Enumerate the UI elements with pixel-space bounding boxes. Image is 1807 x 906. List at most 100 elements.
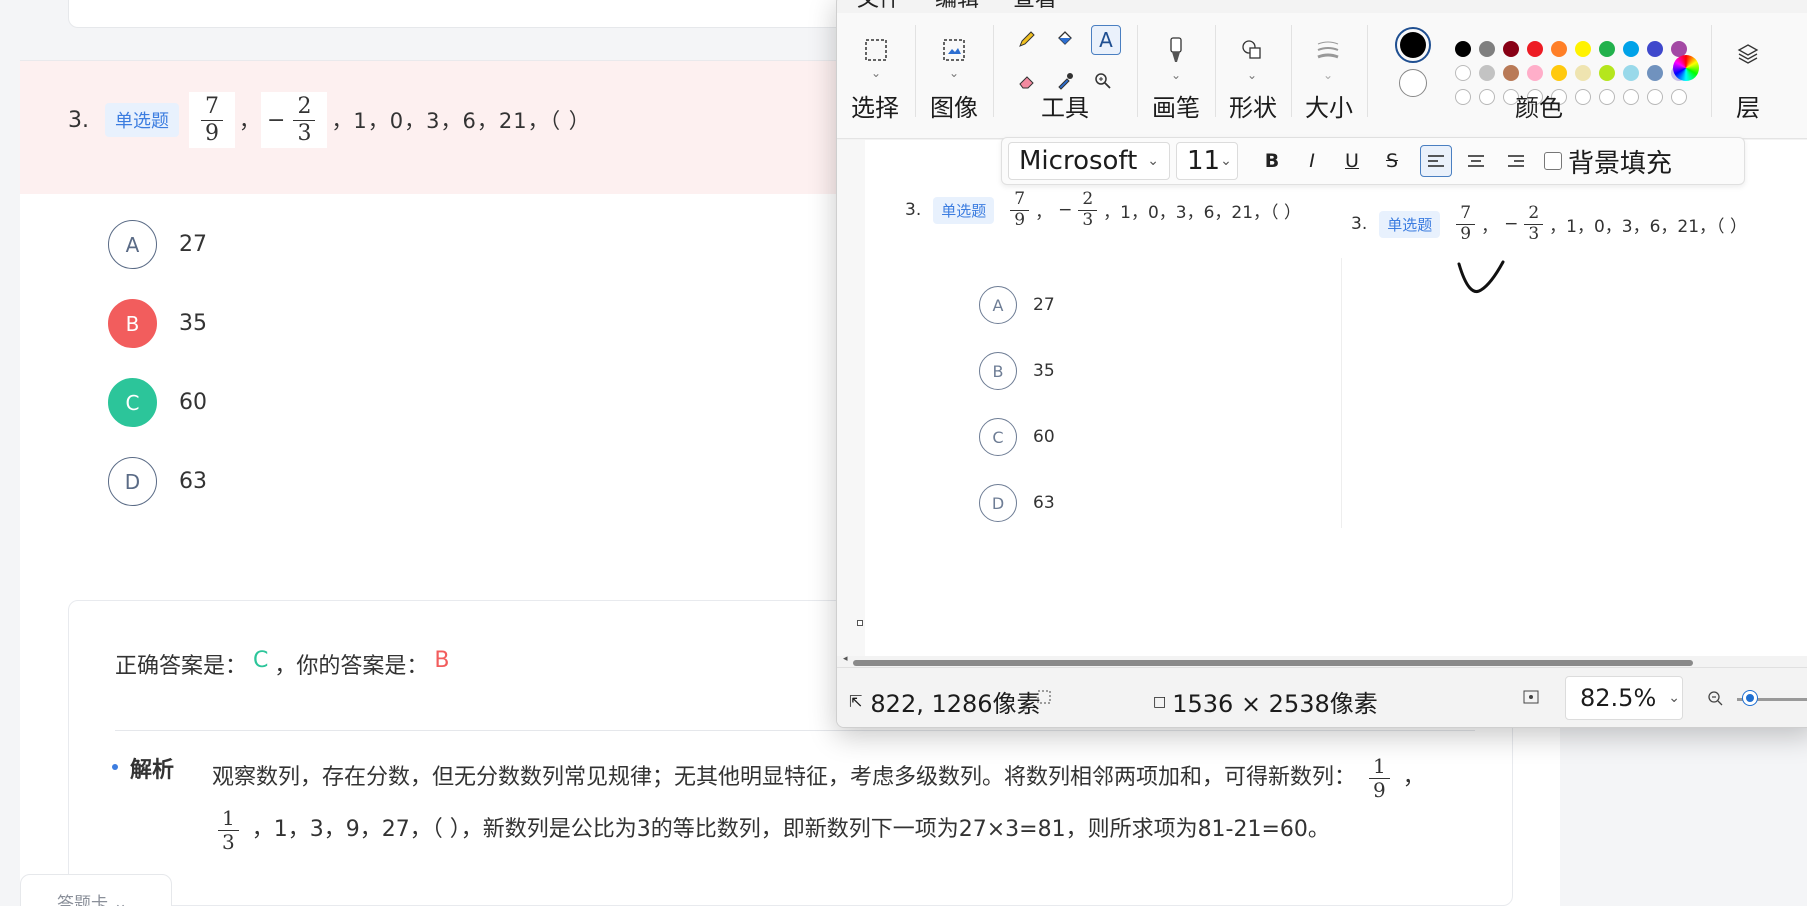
color-swatch[interactable] bbox=[1479, 65, 1495, 81]
align-left-button[interactable] bbox=[1420, 145, 1452, 177]
color-swatch[interactable] bbox=[1623, 41, 1639, 57]
group-image[interactable]: ⌄ 图像 bbox=[917, 13, 991, 139]
option-d-value: 63 bbox=[179, 469, 207, 494]
option-b-circle[interactable]: B bbox=[108, 299, 157, 348]
analysis-label: 解析 bbox=[130, 758, 175, 783]
fit-screen-icon[interactable] bbox=[1523, 690, 1539, 704]
scrollbar-thumb[interactable] bbox=[853, 660, 1693, 666]
align-right-button[interactable] bbox=[1500, 145, 1532, 177]
answer-sheet-tab[interactable]: 答题卡 ⌄ bbox=[20, 874, 172, 906]
scroll-left-icon[interactable]: ◂ bbox=[843, 654, 848, 664]
canvas-size-icon: □ bbox=[1153, 693, 1167, 710]
status-bar: ⇱ 822, 1286像素 □ 1536 × 2538像素 82.5% ⌄ bbox=[837, 667, 1807, 727]
font-size-dropdown[interactable]: 11 ⌄ bbox=[1176, 142, 1238, 180]
color-swatch[interactable] bbox=[1503, 41, 1519, 57]
group-size[interactable]: ⌄ 大小 bbox=[1293, 13, 1365, 139]
stroke-size-icon bbox=[1315, 37, 1341, 63]
analysis-text: 观察数列，存在分数，但无分数数列常见规律；无其他明显特征，考虑多级数列。将数列相… bbox=[212, 753, 1425, 854]
option-c-value: 60 bbox=[179, 390, 207, 415]
zoom-out-icon[interactable] bbox=[1707, 690, 1723, 706]
group-brush-label: 画笔 bbox=[1152, 94, 1200, 122]
horizontal-scrollbar[interactable]: ◂ bbox=[843, 654, 1807, 667]
mini-option-a: A 27 bbox=[979, 286, 1055, 324]
left-gutter bbox=[0, 0, 20, 906]
ribbon-separator bbox=[1137, 25, 1138, 117]
align-center-button[interactable] bbox=[1460, 145, 1492, 177]
previous-card bbox=[68, 0, 848, 28]
color-swatch[interactable] bbox=[1479, 41, 1495, 57]
group-size-label: 大小 bbox=[1305, 94, 1353, 122]
background-fill-checkbox[interactable] bbox=[1544, 152, 1562, 170]
color-swatch[interactable] bbox=[1551, 41, 1567, 57]
color-swatch[interactable] bbox=[1623, 65, 1639, 81]
menu-edit[interactable]: 编辑 bbox=[935, 0, 979, 11]
group-colors-label: 颜色 bbox=[1515, 94, 1563, 122]
chevron-down-icon: ⌄ bbox=[1246, 68, 1258, 82]
group-layers-label: 层 bbox=[1736, 94, 1760, 122]
pasted-question-right: 3. 单选题 79 ， − 23 ，1，0，3，6，21，（ ） bbox=[1345, 140, 1807, 540]
group-brush[interactable]: ⌄ 画笔 bbox=[1139, 13, 1213, 139]
chevron-down-icon: ⌄ bbox=[1147, 153, 1159, 169]
sequence-rest: ，1，0，3，6，21，（ ） bbox=[331, 109, 591, 133]
mini-question-right: 3. 单选题 79 ， − 23 ，1，0，3，6，21，（ ） bbox=[1351, 203, 1747, 244]
color-swatch[interactable] bbox=[1503, 65, 1519, 81]
color-swatch[interactable] bbox=[1599, 41, 1615, 57]
group-select[interactable]: ⌄ 选择 bbox=[837, 13, 913, 139]
canvas[interactable]: 3. 单选题 79 ， − 23 ，1，0，3，6，21，（ ） A 27 B 35… bbox=[865, 140, 1807, 656]
fill-bucket-icon[interactable] bbox=[1053, 27, 1077, 51]
zoom-slider-knob[interactable] bbox=[1743, 691, 1757, 705]
select-rect-icon bbox=[863, 37, 889, 63]
pencil-icon[interactable] bbox=[1015, 27, 1039, 51]
zoom-dropdown[interactable]: 82.5% ⌄ bbox=[1565, 676, 1683, 720]
group-tools-label: 工具 bbox=[1041, 94, 1089, 122]
bullet-dot bbox=[112, 764, 118, 770]
option-c[interactable]: C 60 bbox=[108, 378, 207, 427]
option-b[interactable]: B 35 bbox=[108, 299, 207, 348]
align-left-icon bbox=[1428, 155, 1444, 167]
option-c-circle[interactable]: C bbox=[108, 378, 157, 427]
group-shapes[interactable]: ⌄ 形状 bbox=[1217, 13, 1289, 139]
align-center-icon bbox=[1468, 155, 1484, 167]
cursor-icon: ⇱ bbox=[849, 692, 863, 711]
color-swatch[interactable] bbox=[1551, 65, 1567, 81]
mini-question-left: 3. 单选题 79 ， − 23 ，1，0，3，6，21，（ ） bbox=[905, 189, 1301, 230]
color-swatch[interactable] bbox=[1527, 65, 1543, 81]
color-swatch[interactable] bbox=[1455, 41, 1471, 57]
options-list: A 27 B 35 C 60 D 63 bbox=[108, 220, 207, 536]
menu-file[interactable]: 文件 bbox=[857, 0, 901, 11]
option-d[interactable]: D 63 bbox=[108, 457, 207, 506]
option-d-circle[interactable]: D bbox=[108, 457, 157, 506]
color-swatch[interactable] bbox=[1455, 65, 1471, 81]
color-swatch[interactable] bbox=[1575, 65, 1591, 81]
ribbon-separator bbox=[1711, 25, 1712, 117]
question-type-badge: 单选题 bbox=[105, 103, 179, 137]
resize-handle[interactable] bbox=[857, 620, 863, 626]
color-swatch[interactable] bbox=[1647, 65, 1663, 81]
strikethrough-button[interactable]: S bbox=[1376, 145, 1408, 177]
italic-button[interactable]: I bbox=[1296, 145, 1328, 177]
option-a-value: 27 bbox=[179, 232, 207, 257]
menu-view[interactable]: 查看 bbox=[1013, 0, 1057, 11]
your-answer-label: 你的答案是： bbox=[296, 654, 429, 679]
chevron-down-icon: ⌄ bbox=[870, 66, 882, 80]
color-swatch[interactable] bbox=[1647, 41, 1663, 57]
bold-button[interactable]: B bbox=[1256, 145, 1288, 177]
option-a[interactable]: A 27 bbox=[108, 220, 207, 269]
option-a-circle[interactable]: A bbox=[108, 220, 157, 269]
color-swatch[interactable] bbox=[1599, 65, 1615, 81]
canvas-size: □ 1536 × 2538像素 bbox=[1153, 690, 1378, 718]
color-swatch[interactable] bbox=[1527, 41, 1543, 57]
canvas-area: 3. 单选题 79 ， − 23 ，1，0，3，6，21，（ ） A 27 B 35… bbox=[837, 140, 1807, 656]
font-family-dropdown[interactable]: Microsoft Ya ⌄ bbox=[1008, 142, 1170, 180]
underline-button[interactable]: U bbox=[1336, 145, 1368, 177]
text-tool-icon[interactable]: A bbox=[1091, 25, 1121, 55]
group-layers[interactable]: 层 bbox=[1713, 13, 1783, 139]
analysis-section: 解析 观察数列，存在分数，但无分数数列常见规律；无其他明显特征，考虑多级数列。将… bbox=[112, 752, 1442, 856]
edit-colors-icon[interactable] bbox=[1673, 55, 1699, 81]
primary-color[interactable] bbox=[1395, 27, 1431, 63]
color-swatch[interactable] bbox=[1575, 41, 1591, 57]
fraction-1: 79 bbox=[189, 92, 235, 148]
fraction-2: − 23 bbox=[261, 92, 328, 148]
mini-option-c: C 60 bbox=[979, 418, 1055, 456]
selection-size-icon bbox=[1037, 690, 1051, 704]
